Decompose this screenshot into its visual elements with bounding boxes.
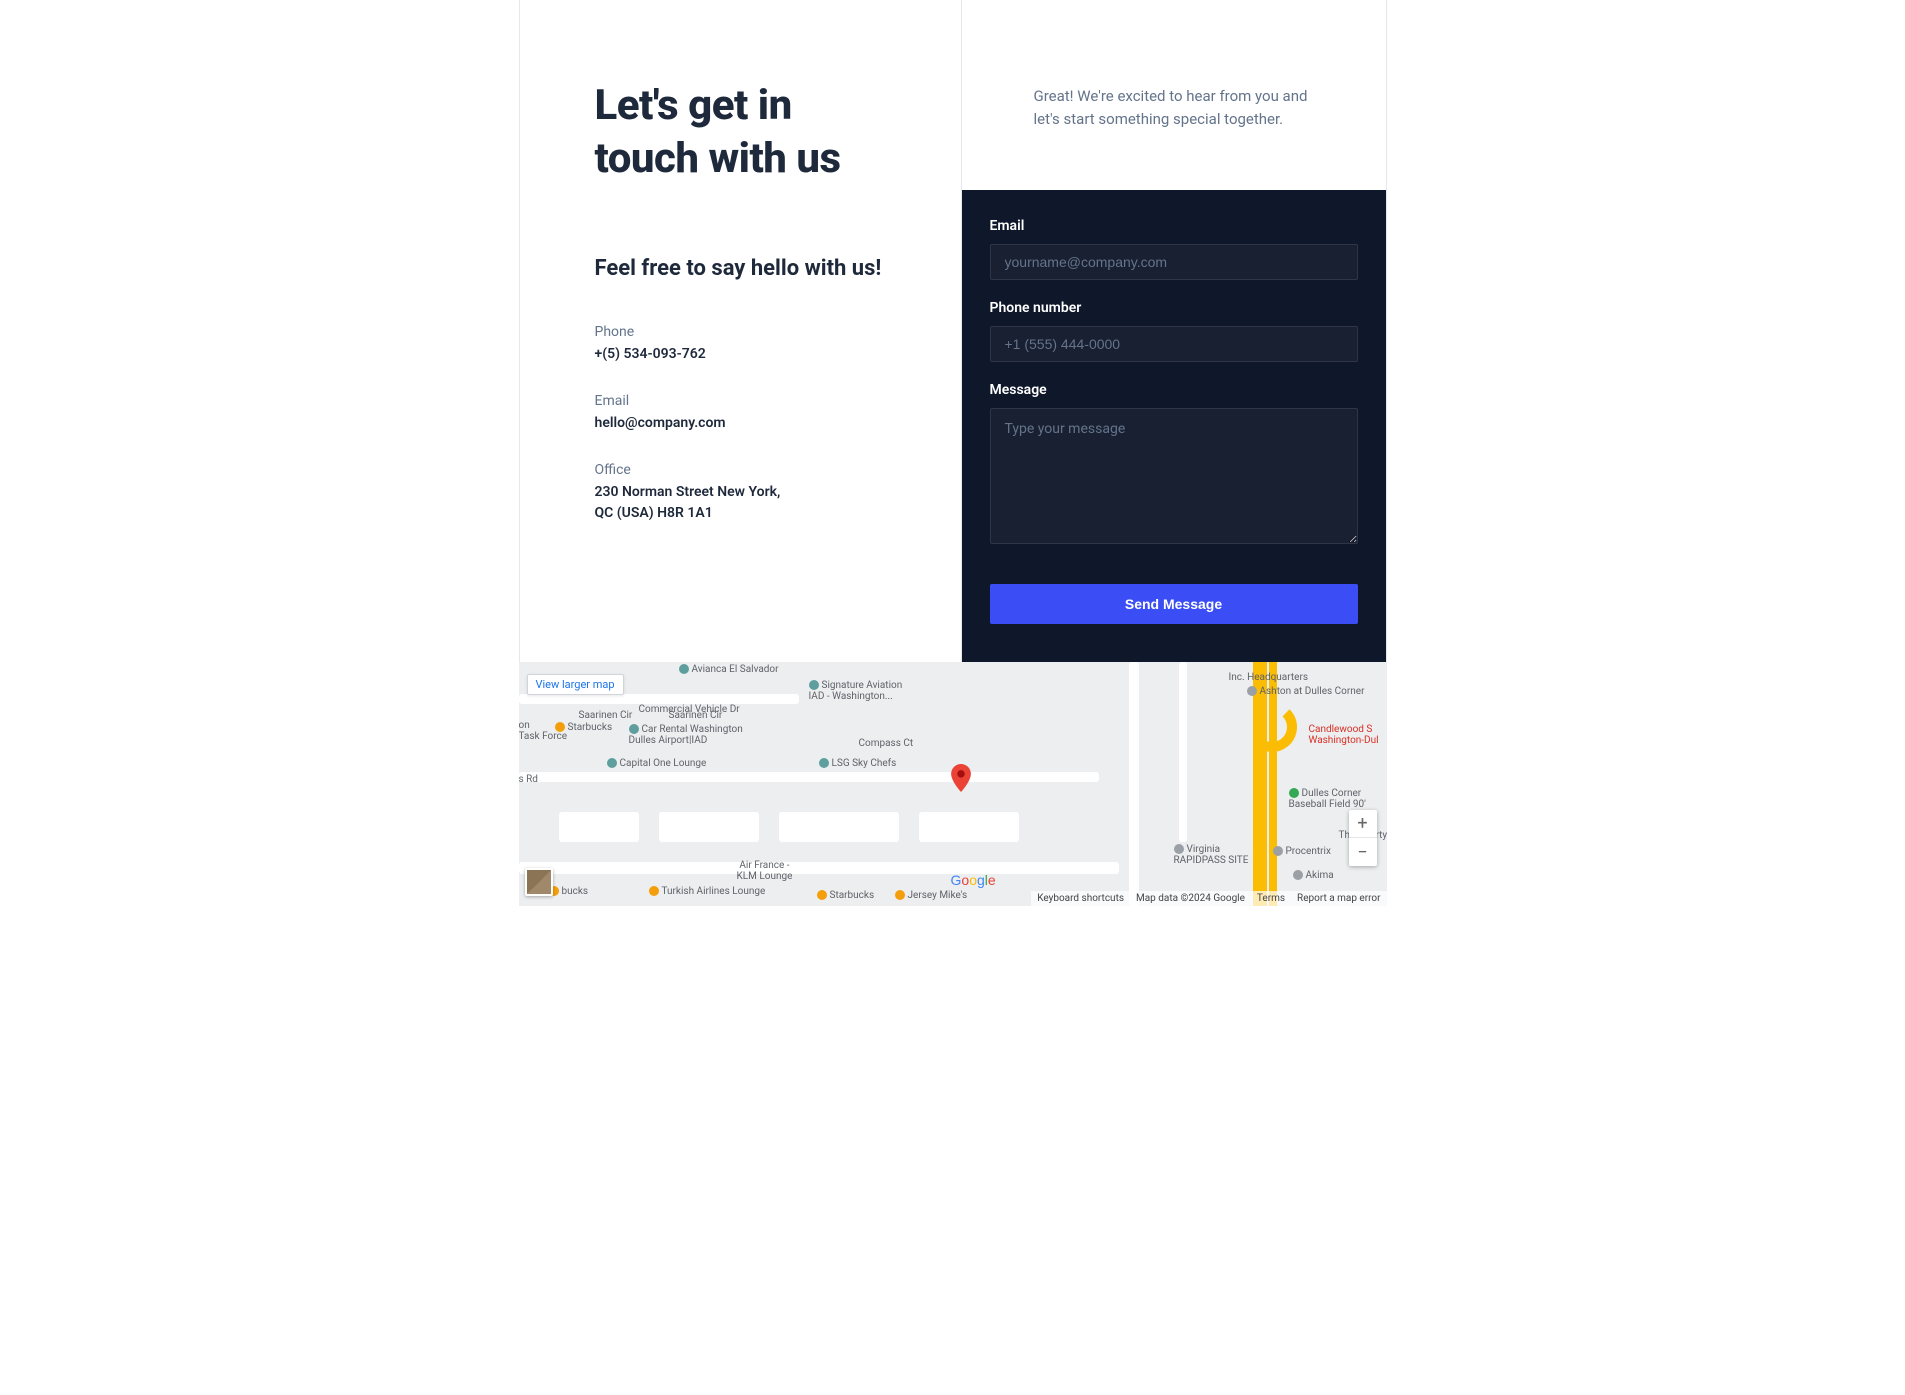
send-message-button[interactable]: Send Message	[990, 584, 1358, 624]
message-field-label: Message	[990, 382, 1358, 398]
phone-field-label: Phone number	[990, 300, 1358, 316]
map-poi: Saarinen Cir	[669, 710, 723, 721]
map-poi: Signature Aviation IAD - Washington...	[809, 680, 903, 702]
map-embed[interactable]: View larger map Avianca El Salvador Sign…	[519, 662, 1387, 906]
message-field[interactable]	[990, 408, 1358, 544]
map-keyboard-shortcuts-link[interactable]: Keyboard shortcuts	[1037, 893, 1124, 904]
map-poi: Procentrix	[1273, 846, 1331, 857]
phone-value: +(5) 534-093-762	[595, 344, 886, 365]
map-satellite-toggle[interactable]	[525, 868, 553, 896]
office-block: Office 230 Norman Street New York, QC (U…	[595, 462, 886, 524]
map-poi: Turkish Airlines Lounge	[649, 886, 766, 897]
email-block: Email hello@company.com	[595, 393, 886, 434]
phone-block: Phone +(5) 534-093-762	[595, 324, 886, 365]
office-label: Office	[595, 462, 886, 478]
contact-form: Email Phone number Message Send Message	[962, 190, 1386, 662]
map-report-error-link[interactable]: Report a map error	[1297, 893, 1380, 904]
map-terms-link[interactable]: Terms	[1257, 893, 1285, 904]
map-poi: Starbucks	[817, 890, 875, 901]
map-poi: s Rd	[519, 774, 538, 785]
map-poi: bucks	[549, 886, 589, 897]
email-label: Email	[595, 393, 886, 409]
map-footer: Keyboard shortcuts Map data ©2024 Google…	[1031, 891, 1386, 906]
subtitle: Feel free to say hello with us!	[595, 255, 886, 284]
office-value: 230 Norman Street New York, QC (USA) H8R…	[595, 482, 886, 524]
map-poi: LSG Sky Chefs	[819, 758, 897, 769]
page-title: Let's get in touch with us	[595, 80, 886, 185]
map-poi: Virginia RAPIDPASS SITE	[1174, 844, 1249, 866]
map-zoom-out-button[interactable]: −	[1349, 838, 1377, 866]
intro-text: Great! We're excited to hear from you an…	[962, 0, 1386, 190]
map-data-attribution: Map data ©2024 Google	[1136, 893, 1245, 904]
form-column: Great! We're excited to hear from you an…	[962, 0, 1386, 662]
map-poi: Car Rental Washington Dulles Airport|IAD	[629, 724, 743, 746]
map-poi: Inc. Headquarters	[1229, 672, 1309, 683]
map-poi: Air France - KLM Lounge	[737, 860, 793, 882]
email-field-label: Email	[990, 218, 1358, 234]
view-larger-map-link[interactable]: View larger map	[527, 674, 624, 695]
map-poi: Candlewood S Washington-Dul	[1309, 724, 1379, 746]
google-logo: Google	[951, 872, 996, 888]
map-poi: Saarinen Cir	[579, 710, 633, 721]
map-poi: Dulles Corner Baseball Field 90'	[1289, 788, 1366, 810]
map-poi: Ashton at Dulles Corner	[1247, 686, 1365, 697]
map-poi: on Task Force	[519, 720, 568, 742]
map-poi: Akima	[1293, 870, 1334, 881]
map-poi: Jersey Mike's	[895, 890, 968, 901]
phone-field[interactable]	[990, 326, 1358, 362]
phone-label: Phone	[595, 324, 886, 340]
map-zoom-in-button[interactable]: +	[1349, 810, 1377, 838]
map-poi: Avianca El Salvador	[679, 664, 779, 675]
map-poi: Capital One Lounge	[607, 758, 707, 769]
map-poi: Compass Ct	[859, 738, 914, 749]
contact-content: Let's get in touch with us Feel free to …	[519, 0, 1387, 662]
map-zoom-controls: + −	[1349, 810, 1377, 866]
email-field[interactable]	[990, 244, 1358, 280]
contact-info-column: Let's get in touch with us Feel free to …	[520, 0, 961, 662]
email-value: hello@company.com	[595, 413, 886, 434]
map-pin-icon	[951, 764, 971, 792]
